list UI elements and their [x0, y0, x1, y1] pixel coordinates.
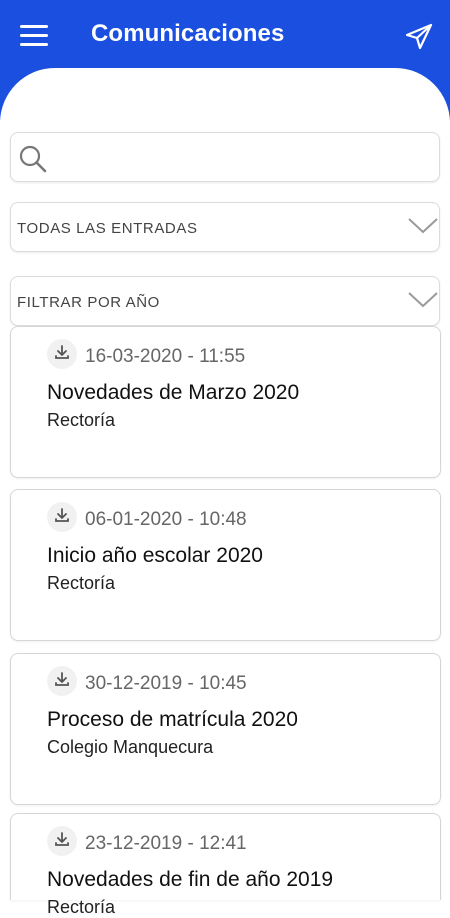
communication-author: Rectoría — [47, 897, 116, 917]
communication-title: Novedades de fin de año 2019 — [47, 868, 334, 891]
chevron-down-icon — [407, 215, 439, 235]
communication-title: Proceso de matrícula 2020 — [47, 708, 298, 731]
communication-date: 30-12-2019 - 10:45 — [85, 673, 247, 694]
year-filter-dropdown[interactable]: FILTRAR POR AÑO — [10, 276, 440, 326]
communication-card[interactable]: 30-12-2019 - 10:45 Proceso de matrícula … — [10, 653, 441, 805]
download-icon[interactable] — [47, 666, 77, 696]
search-input[interactable] — [53, 143, 437, 173]
chevron-down-icon — [407, 289, 439, 309]
communication-author: Colegio Manquecura — [47, 737, 214, 757]
search-icon — [18, 144, 48, 174]
communication-title: Novedades de Marzo 2020 — [47, 381, 300, 404]
download-icon[interactable] — [47, 502, 77, 532]
hamburger-menu-icon[interactable] — [20, 24, 50, 48]
send-icon[interactable] — [404, 22, 434, 50]
communication-date: 16-03-2020 - 11:55 — [85, 346, 246, 367]
communication-title: Inicio año escolar 2020 — [47, 544, 263, 567]
communication-card[interactable]: 06-01-2020 - 10:48 Inicio año escolar 20… — [10, 489, 441, 641]
search-box[interactable] — [10, 132, 440, 182]
download-icon[interactable] — [47, 339, 77, 369]
entries-filter-label: TODAS LAS ENTRADAS — [17, 220, 198, 237]
communication-author: Rectoría — [47, 573, 116, 593]
communication-author: Rectoría — [47, 410, 116, 430]
communication-card[interactable]: 16-03-2020 - 11:55 Novedades de Marzo 20… — [10, 326, 441, 478]
communication-date: 06-01-2020 - 10:48 — [85, 509, 247, 530]
download-icon[interactable] — [47, 826, 77, 856]
entries-filter-dropdown[interactable]: TODAS LAS ENTRADAS — [10, 202, 440, 252]
year-filter-label: FILTRAR POR AÑO — [17, 294, 160, 311]
page-title: Comunicaciones — [91, 20, 285, 47]
communication-card[interactable]: 23-12-2019 - 12:41 Novedades de fin de a… — [10, 813, 441, 917]
communication-date: 23-12-2019 - 12:41 — [85, 833, 247, 854]
